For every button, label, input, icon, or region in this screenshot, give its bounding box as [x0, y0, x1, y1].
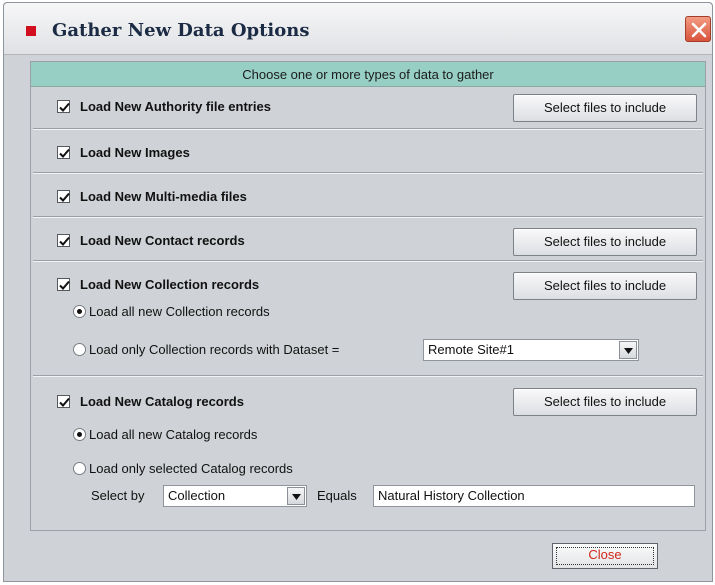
divider	[33, 128, 703, 130]
title-bar: Gather New Data Options	[4, 3, 712, 55]
check-icon	[59, 102, 70, 112]
authority-checkbox[interactable]	[57, 100, 70, 113]
focus-ring	[556, 547, 654, 565]
chevron-down-icon	[292, 494, 301, 500]
chevron-down-icon	[624, 348, 633, 354]
divider	[33, 172, 703, 174]
check-icon	[59, 148, 70, 158]
catalog-checkbox[interactable]	[57, 395, 70, 408]
collection-label: Load New Collection records	[80, 277, 260, 292]
authority-label: Load New Authority file entries	[80, 99, 271, 114]
check-icon	[59, 192, 70, 202]
catalog-select-files-button[interactable]: Select files to include	[513, 388, 697, 416]
dataset-select[interactable]: Remote Site#1	[423, 339, 639, 361]
select-by-dropdown[interactable]: Collection	[163, 485, 307, 507]
contact-select-files-button[interactable]: Select files to include	[513, 228, 697, 256]
app-icon	[26, 26, 36, 36]
dialog-window: Gather New Data Options Choose one or mo…	[3, 2, 713, 582]
select-by-label: Select by	[91, 488, 145, 503]
radio-selected-dot	[77, 432, 82, 437]
radio-selected-dot	[77, 309, 82, 314]
multimedia-label: Load New Multi-media files	[80, 189, 247, 204]
images-checkbox[interactable]	[57, 146, 70, 159]
collection-load-all-radio[interactable]	[73, 305, 86, 318]
catalog-load-selected-label: Load only selected Catalog records	[89, 461, 293, 476]
dataset-dropdown-button[interactable]	[619, 341, 637, 359]
authority-select-files-button[interactable]: Select files to include	[513, 94, 697, 122]
select-by-dropdown-button[interactable]	[287, 487, 305, 505]
dataset-select-value: Remote Site#1	[428, 342, 514, 357]
close-button[interactable]: Close	[552, 543, 658, 569]
options-panel: Choose one or more types of data to gath…	[30, 61, 706, 531]
collection-checkbox[interactable]	[57, 278, 70, 291]
panel-header: Choose one or more types of data to gath…	[31, 62, 705, 87]
divider	[33, 216, 703, 218]
multimedia-checkbox[interactable]	[57, 190, 70, 203]
catalog-load-all-radio[interactable]	[73, 428, 86, 441]
check-icon	[59, 236, 70, 246]
collection-load-dataset-label: Load only Collection records with Datase…	[89, 342, 340, 357]
catalog-load-selected-radio[interactable]	[73, 462, 86, 475]
collection-select-files-button[interactable]: Select files to include	[513, 272, 697, 300]
window-title: Gather New Data Options	[52, 20, 310, 41]
close-icon	[691, 22, 707, 38]
catalog-load-all-label: Load all new Catalog records	[89, 427, 258, 442]
divider	[33, 375, 703, 377]
catalog-label: Load New Catalog records	[80, 394, 244, 409]
equals-input[interactable]: Natural History Collection	[373, 485, 695, 507]
divider	[33, 260, 703, 262]
images-label: Load New Images	[80, 145, 190, 160]
select-by-value: Collection	[168, 488, 226, 503]
collection-load-all-label: Load all new Collection records	[89, 304, 270, 319]
window-close-button[interactable]	[685, 16, 711, 42]
contact-checkbox[interactable]	[57, 234, 70, 247]
equals-label: Equals	[317, 488, 357, 503]
check-icon	[59, 280, 70, 290]
check-icon	[59, 397, 70, 407]
contact-label: Load New Contact records	[80, 233, 245, 248]
collection-load-dataset-radio[interactable]	[73, 343, 86, 356]
